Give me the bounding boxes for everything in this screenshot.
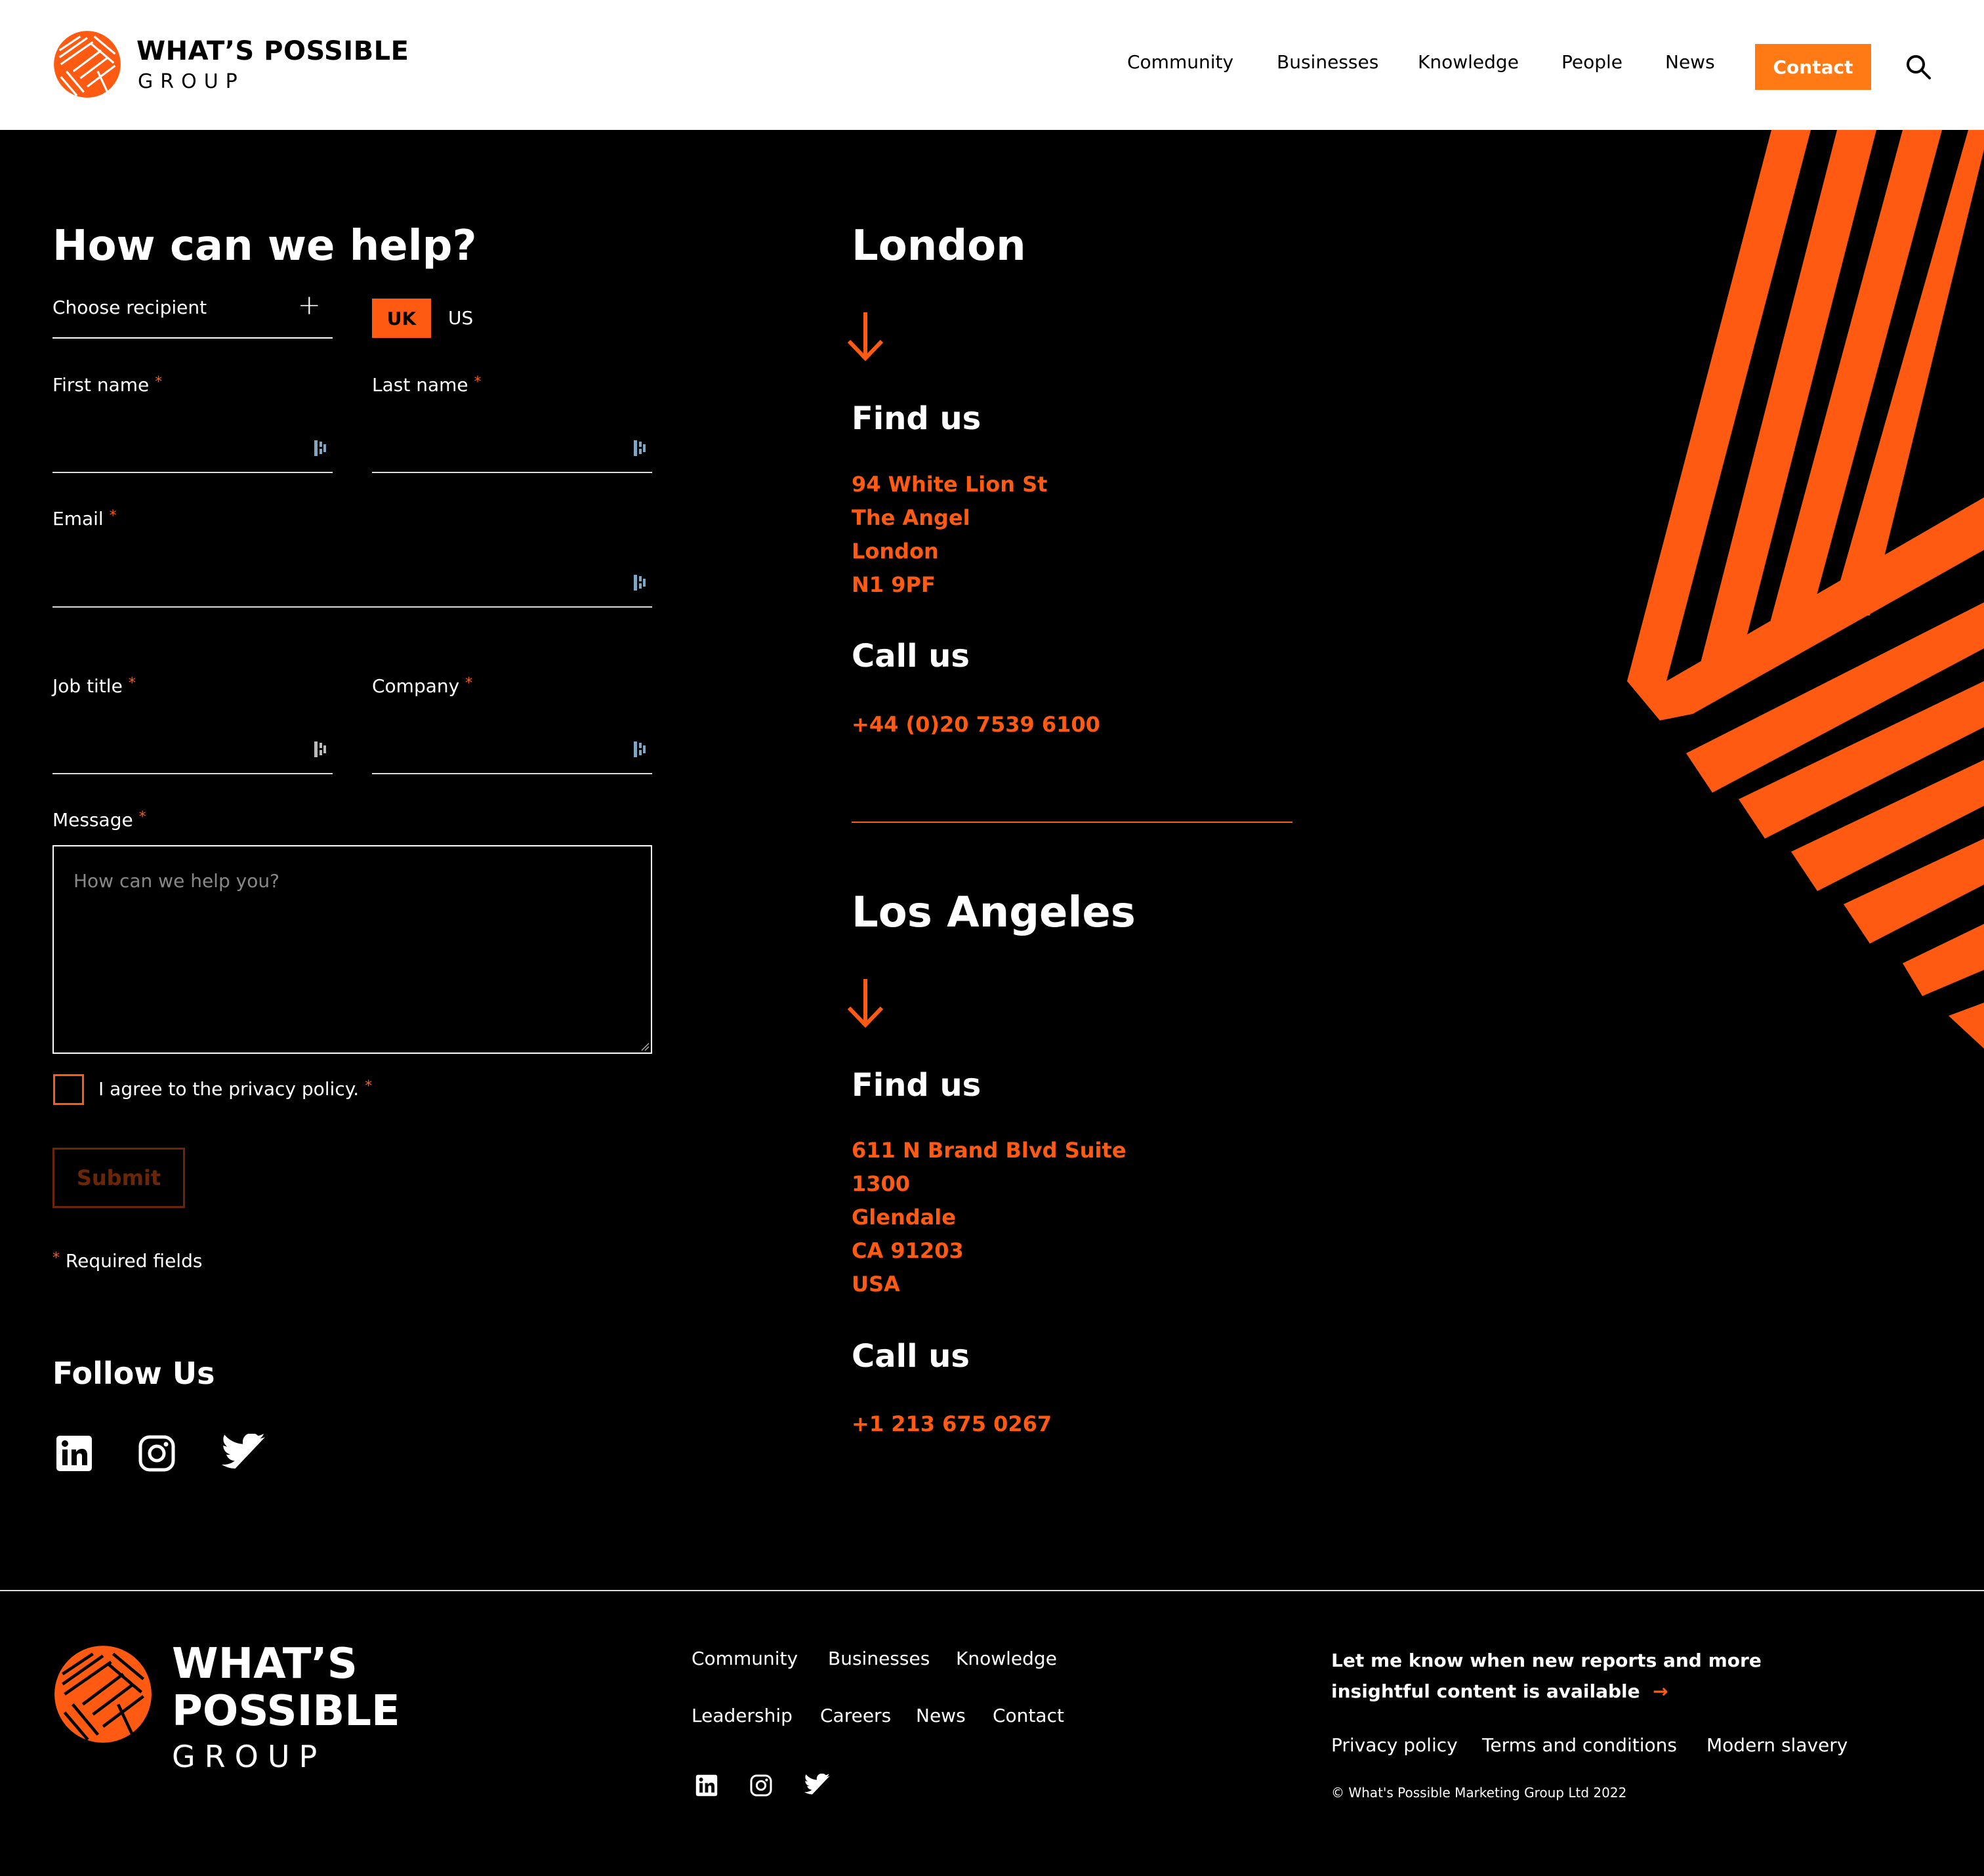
follow-title: Follow Us [52,1356,215,1391]
nav-businesses[interactable]: Businesses [1277,51,1378,73]
newsletter-signup-link[interactable]: Let me know when new reports and more in… [1331,1645,1762,1707]
nav-knowledge[interactable]: Knowledge [1418,51,1519,73]
footer-brand-group: GROUP [172,1739,327,1774]
resize-grip-icon[interactable] [639,1041,650,1051]
region-uk-button[interactable]: UK [372,299,431,338]
address-line: USA [852,1272,900,1297]
footer-logo-icon[interactable] [52,1644,154,1745]
london-phone-link[interactable]: +44 (0)20 7539 6100 [852,712,1100,737]
first-name-label: First name * [52,374,163,396]
recipient-label: Choose recipient [52,297,207,318]
region-us-button[interactable]: US [448,307,473,329]
decorative-stripes [1627,130,1984,1049]
autofill-icon [314,741,326,757]
address-line: London [852,539,939,564]
privacy-label: I agree to the privacy policy. * [98,1078,373,1100]
la-call-title: Call us [852,1338,970,1375]
la-phone-link[interactable]: +1 213 675 0267 [852,1411,1052,1436]
brand-name: WHAT’S POSSIBLE [136,36,409,66]
last-name-label: Last name * [372,374,482,396]
address-line: N1 9PF [852,572,936,597]
la-address: 611 N Brand Blvd Suite 1300 Glendale CA … [852,1134,1126,1301]
twitter-icon[interactable] [222,1434,266,1473]
footer-link-businesses[interactable]: Businesses [828,1648,930,1669]
footer-brand-line2: POSSIBLE [172,1687,400,1736]
recipient-select[interactable]: Choose recipient + [52,289,333,339]
address-line: The Angel [852,505,970,530]
site-header: WHAT’S POSSIBLE GROUP Community Business… [0,0,1984,130]
brand-subname: GROUP [138,70,245,93]
company-label: Company * [372,675,473,697]
footer-divider [0,1590,1984,1591]
job-title-field[interactable] [52,722,333,774]
autofill-icon [314,440,326,456]
footer-link-leadership[interactable]: Leadership [692,1705,793,1726]
search-icon[interactable] [1905,54,1932,80]
plus-icon: + [297,289,321,321]
footer-link-knowledge[interactable]: Knowledge [956,1648,1057,1669]
footer-link-community[interactable]: Community [692,1648,798,1669]
brand-logo-icon [54,31,121,98]
location-divider [852,822,1292,823]
london-address: 94 White Lion St The Angel London N1 9PF [852,468,1047,602]
header-logo[interactable]: WHAT’S POSSIBLE GROUP [52,30,409,102]
la-title: Los Angeles [852,888,1136,937]
email-field[interactable] [52,555,652,608]
arrow-down-icon [847,312,884,362]
contact-button[interactable]: Contact [1755,44,1871,90]
footer-link-careers[interactable]: Careers [820,1705,891,1726]
footer-link-modern-slavery[interactable]: Modern slavery [1706,1734,1848,1756]
newsletter-line1: Let me know when new reports and more [1331,1650,1762,1671]
nav-people[interactable]: People [1561,51,1622,73]
address-line: 94 White Lion St [852,472,1048,497]
linkedin-icon[interactable] [54,1434,94,1473]
message-textarea[interactable]: How can we help you? [52,845,652,1054]
message-placeholder: How can we help you? [73,870,279,892]
linkedin-icon[interactable] [695,1774,718,1797]
company-field[interactable] [372,722,652,774]
address-line: 611 N Brand Blvd Suite [852,1138,1126,1163]
newsletter-line2: insightful content is available → [1331,1680,1668,1702]
message-label: Message * [52,809,146,831]
address-line: CA 91203 [852,1238,964,1263]
london-find-title: Find us [852,400,982,437]
arrow-down-icon [847,979,884,1028]
twitter-icon[interactable] [804,1774,831,1797]
address-line: 1300 [852,1171,911,1196]
privacy-checkbox[interactable] [53,1074,84,1105]
autofill-icon [634,440,646,456]
address-line: Glendale [852,1205,956,1230]
submit-button[interactable]: Submit [52,1148,185,1208]
nav-news[interactable]: News [1665,51,1715,73]
email-label: Email * [52,508,117,530]
first-name-field[interactable] [52,421,333,473]
footer-brand-name: WHAT’S POSSIBLE [172,1640,400,1735]
arrow-right-icon: → [1653,1680,1668,1702]
footer-link-news[interactable]: News [916,1705,966,1726]
london-call-title: Call us [852,638,970,675]
footer-link-terms[interactable]: Terms and conditions [1482,1734,1677,1756]
required-note: * Required fields [52,1250,203,1272]
last-name-field[interactable] [372,421,652,473]
autofill-icon [634,741,646,757]
copyright-text: © What's Possible Marketing Group Ltd 20… [1331,1785,1627,1801]
footer-link-privacy[interactable]: Privacy policy [1331,1734,1458,1756]
autofill-icon [634,575,646,591]
footer-link-contact[interactable]: Contact [993,1705,1064,1726]
la-find-title: Find us [852,1067,982,1104]
form-title: How can we help? [52,222,477,270]
footer-brand-line1: WHAT’S [172,1640,358,1688]
london-title: London [852,222,1026,270]
nav-community[interactable]: Community [1127,51,1233,73]
instagram-icon[interactable] [137,1434,176,1473]
job-title-label: Job title * [52,675,136,697]
instagram-icon[interactable] [749,1774,773,1797]
